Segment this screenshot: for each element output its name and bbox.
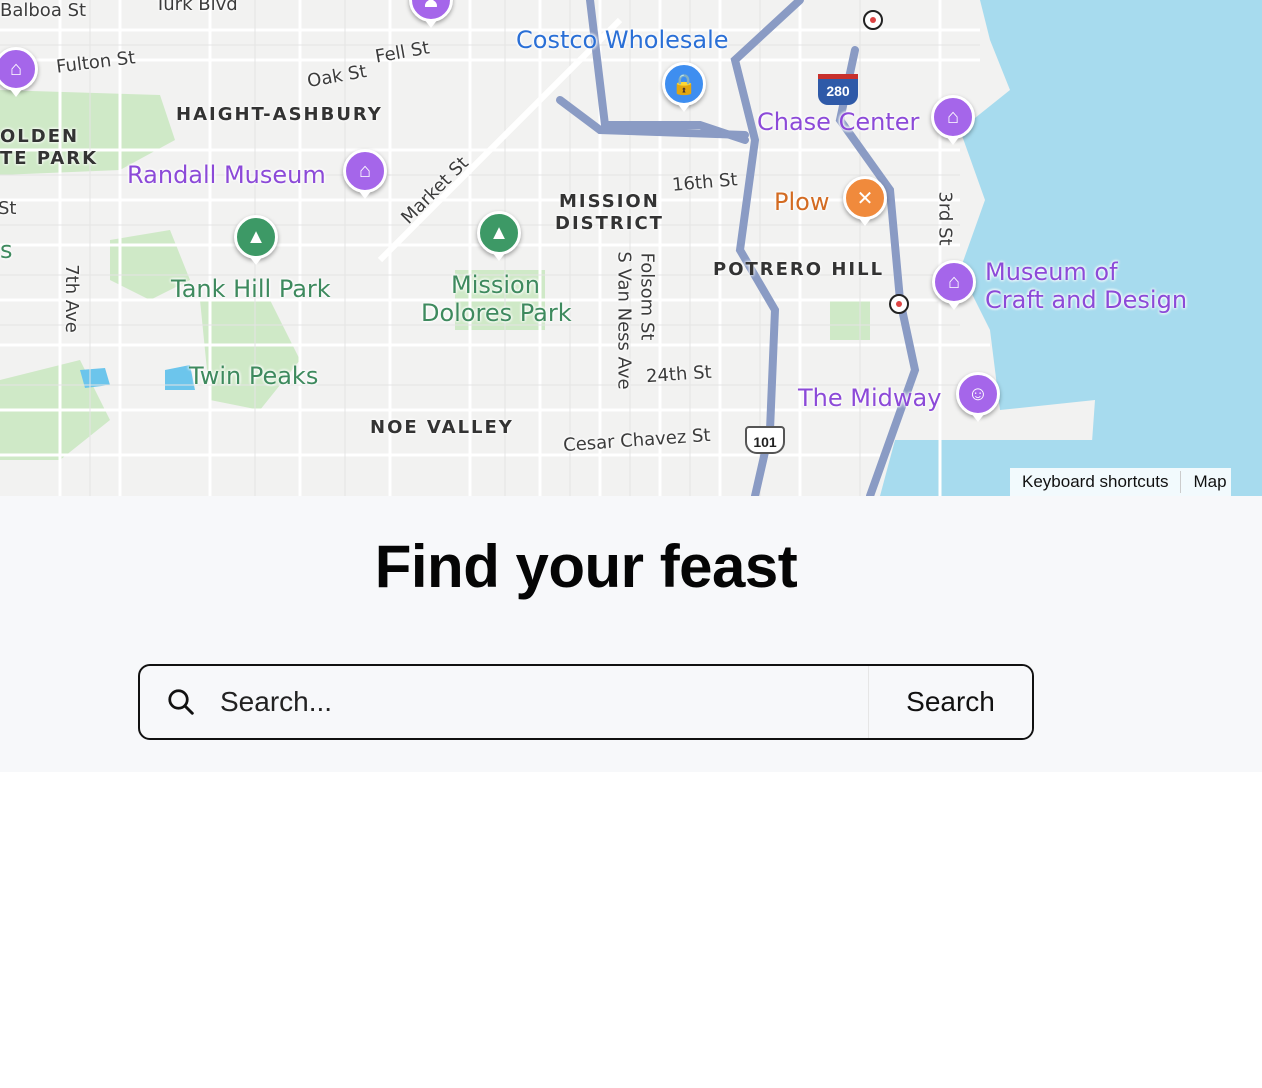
place-label-randall-museum[interactable]: Randall Museum xyxy=(127,161,326,189)
museum-pin-icon[interactable]: ⌂ xyxy=(343,149,387,199)
place-label-costco[interactable]: Costco Wholesale xyxy=(516,26,729,54)
keyboard-shortcuts-link[interactable]: Keyboard shortcuts xyxy=(1010,472,1180,492)
map-data-link[interactable]: Map xyxy=(1181,472,1230,492)
district-label: DISTRICT xyxy=(555,213,664,234)
search-button[interactable]: Search xyxy=(868,666,1032,738)
street-label: 7th Ave xyxy=(60,264,82,333)
place-label-twin-peaks[interactable]: Twin Peaks xyxy=(189,362,318,390)
shopping-bag-pin-icon[interactable]: 🔒 xyxy=(662,62,706,112)
district-label: TE PARK xyxy=(0,148,99,169)
street-label: 3rd St xyxy=(934,191,956,246)
map-canvas xyxy=(0,0,1262,496)
page-title: Find your feast xyxy=(374,533,798,600)
stadium-pin-icon[interactable]: ⌂ xyxy=(931,95,975,145)
map[interactable]: Balboa St Turk Blvd Fulton St Fell St Oa… xyxy=(0,0,1262,496)
place-label-mission-dolores-park[interactable]: Mission xyxy=(451,271,540,299)
transit-stop-icon[interactable] xyxy=(863,10,883,30)
place-label-plow[interactable]: Plow xyxy=(774,188,829,216)
district-label: OLDEN xyxy=(0,126,80,147)
search-bar: Search xyxy=(138,664,1034,740)
district-label: MISSION xyxy=(559,191,660,212)
place-label-chase-center[interactable]: Chase Center xyxy=(757,108,919,136)
place-label-museum-craft-design[interactable]: Craft and Design xyxy=(985,286,1187,314)
place-label-museum-craft-design[interactable]: Museum of xyxy=(985,258,1118,286)
district-label: HAIGHT-ASHBURY xyxy=(176,104,383,125)
place-label-tank-hill-park[interactable]: Tank Hill Park xyxy=(171,275,331,303)
interstate-shield-icon: 280 xyxy=(818,74,858,105)
theater-masks-pin-icon[interactable]: ☺ xyxy=(956,372,1000,422)
search-panel: Find your feast Search xyxy=(0,496,1262,772)
place-label-partial: s xyxy=(0,236,13,264)
museum-pin-icon[interactable]: ⌂ xyxy=(932,260,976,310)
street-label: Turk Blvd xyxy=(155,0,238,15)
restaurant-pin-icon[interactable]: ✕ xyxy=(843,176,887,226)
district-label: POTRERO HILL xyxy=(713,259,885,280)
district-label: NOE VALLEY xyxy=(370,417,514,438)
street-label: S Van Ness Ave xyxy=(613,251,635,390)
street-label: St xyxy=(0,198,17,219)
us-highway-shield-icon: 101 xyxy=(745,426,785,454)
street-label: Balboa St xyxy=(0,0,87,21)
search-icon xyxy=(168,689,194,715)
park-tree-pin-icon[interactable]: ▲ xyxy=(477,211,521,261)
map-attribution: Keyboard shortcuts Map xyxy=(1010,468,1231,496)
transit-stop-icon[interactable] xyxy=(889,294,909,314)
street-label: Folsom St xyxy=(636,252,658,341)
place-label-mission-dolores-park[interactable]: Dolores Park xyxy=(421,299,572,327)
search-input[interactable] xyxy=(220,666,868,738)
park-tree-pin-icon[interactable]: ▲ xyxy=(234,215,278,265)
place-label-the-midway[interactable]: The Midway xyxy=(798,384,941,412)
